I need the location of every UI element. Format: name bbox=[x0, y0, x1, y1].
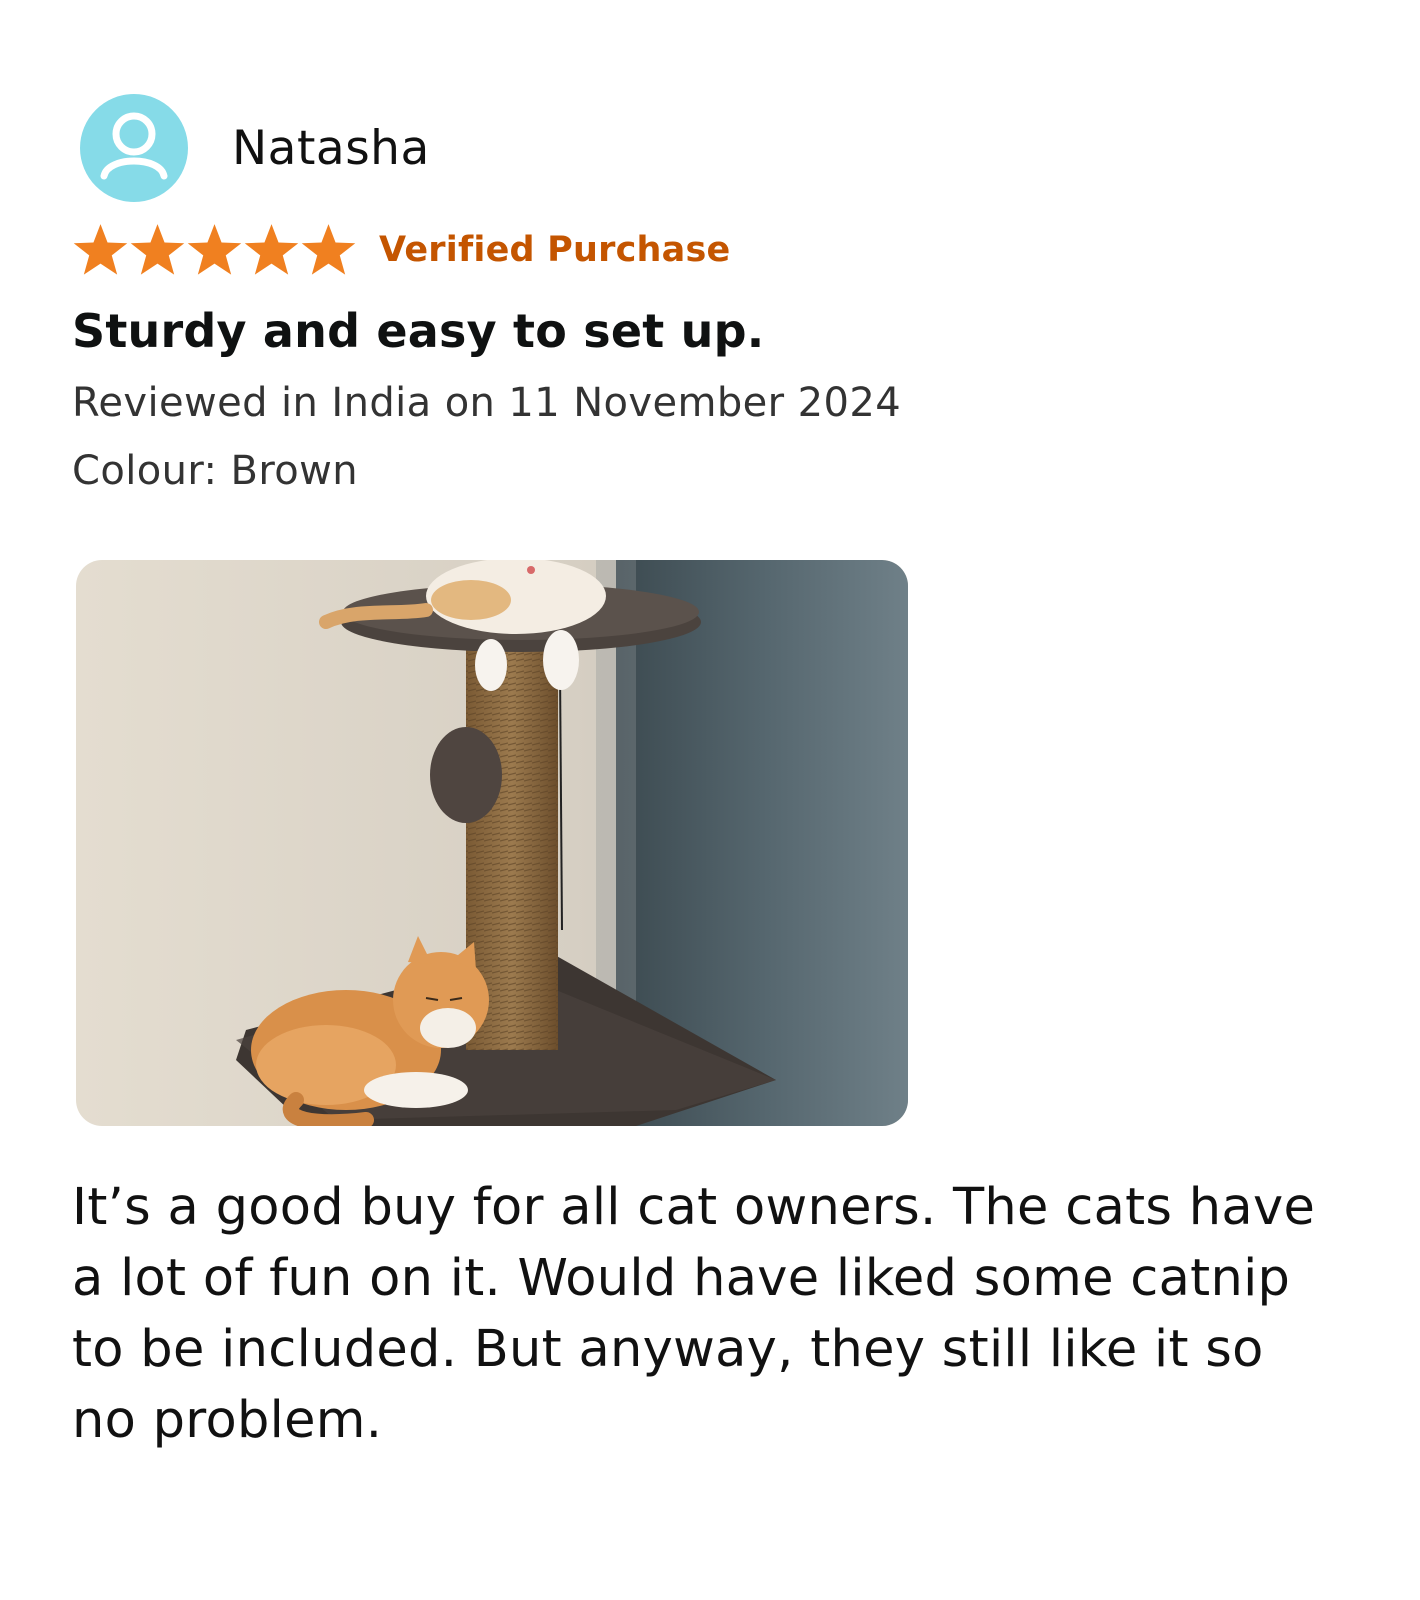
star-icon bbox=[72, 223, 129, 277]
review-date: Reviewed in India on 11 November 2024 bbox=[72, 380, 902, 426]
avatar[interactable] bbox=[80, 94, 188, 202]
reviewer-profile[interactable]: Natasha bbox=[80, 92, 1372, 204]
cat-tree-photo bbox=[76, 560, 908, 1126]
reviewer-name[interactable]: Natasha bbox=[232, 121, 430, 176]
star-icon bbox=[300, 223, 357, 277]
star-icon bbox=[186, 223, 243, 277]
user-icon bbox=[100, 112, 168, 180]
verified-purchase-badge: Verified Purchase bbox=[379, 230, 731, 270]
customer-review: Natasha Verified Purchase Sturdy and eas… bbox=[72, 92, 1372, 1456]
star-rating[interactable] bbox=[72, 223, 357, 277]
review-photo[interactable] bbox=[76, 560, 908, 1126]
star-icon bbox=[243, 223, 300, 277]
rating-row: Verified Purchase bbox=[72, 218, 1372, 282]
product-variant: Colour: Brown bbox=[72, 448, 359, 494]
review-body: It’s a good buy for all cat owners. The … bbox=[72, 1178, 1316, 1450]
star-icon bbox=[129, 223, 186, 277]
review-title: Sturdy and easy to set up. bbox=[72, 304, 765, 358]
